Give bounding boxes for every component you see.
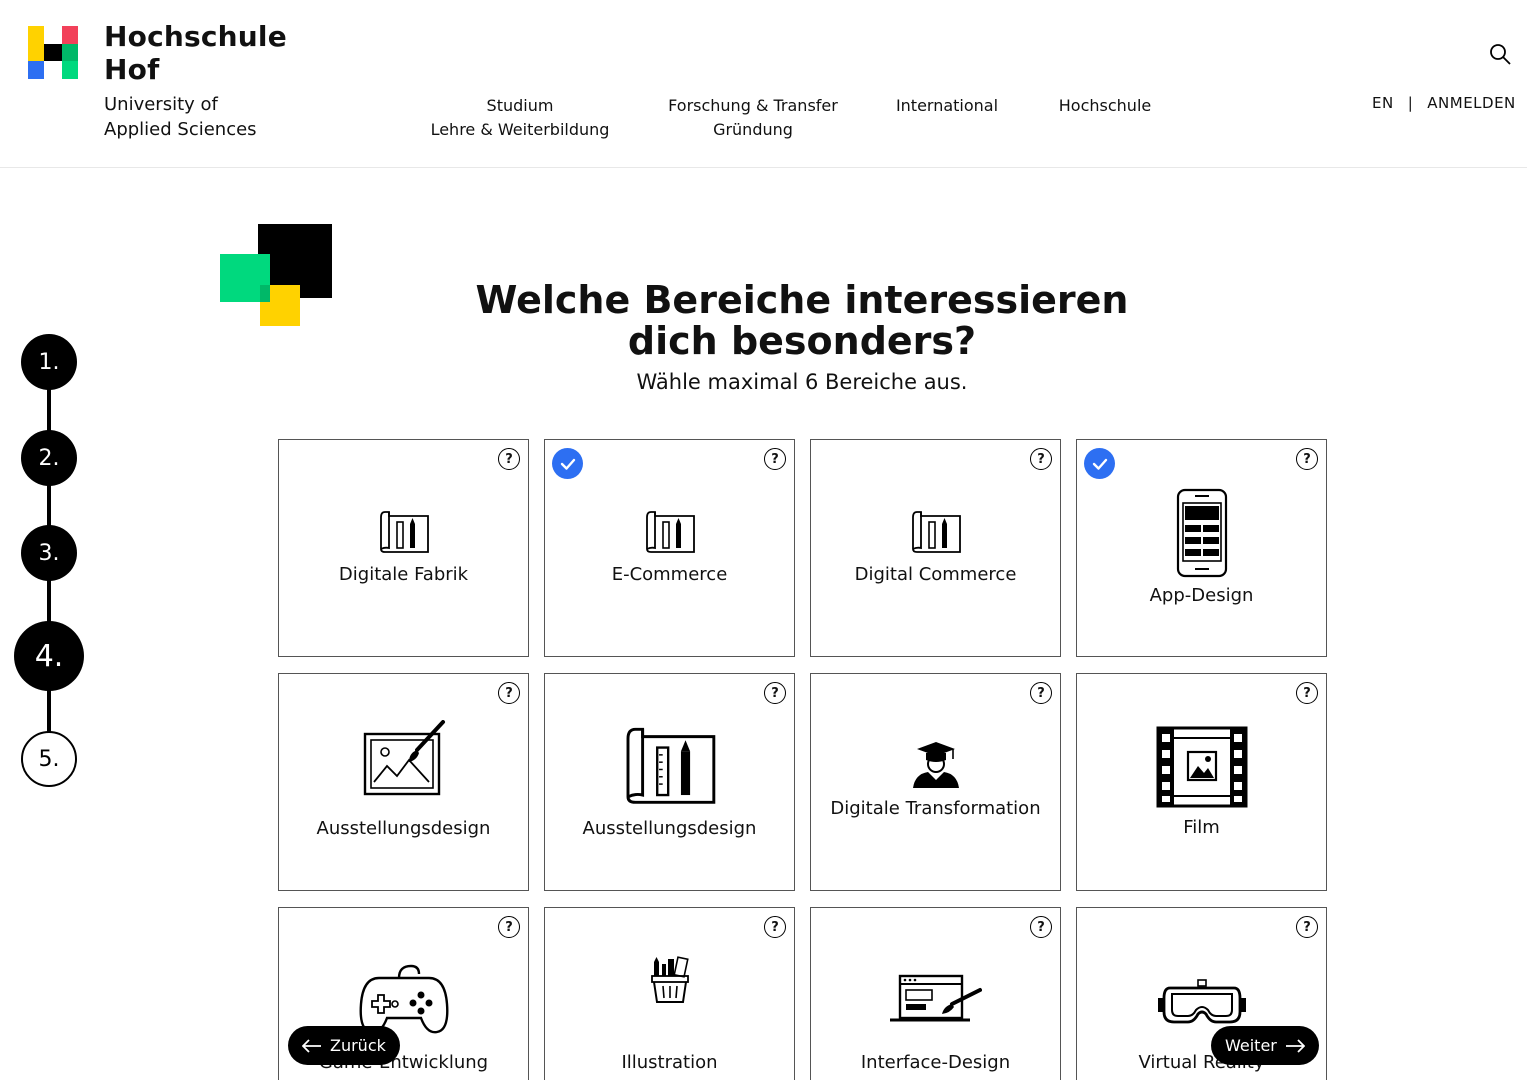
blueprint-icon	[811, 508, 1060, 554]
back-button[interactable]: Zurück	[288, 1026, 400, 1065]
nav-item-studium[interactable]: Studium	[420, 94, 620, 118]
interest-card-ausstellungsdesign-2[interactable]: ? Ausstellungsdesign	[544, 673, 795, 891]
graduate-icon	[811, 740, 1060, 790]
page-subtitle: Wähle maximal 6 Bereiche aus.	[636, 370, 968, 394]
painting-icon	[279, 720, 528, 798]
interest-card-label: E-Commerce	[611, 564, 728, 585]
nav-item-forschung-transfer[interactable]: Forschung & Transfer	[658, 94, 848, 118]
nav-item-international[interactable]: International	[886, 94, 1008, 118]
help-icon[interactable]: ?	[764, 682, 786, 704]
back-button-label: Zurück	[330, 1036, 386, 1055]
interest-card-label: App-Design	[1149, 585, 1254, 606]
interest-card-film[interactable]: ? Film	[1076, 673, 1327, 891]
step-3[interactable]: 3.	[21, 525, 77, 581]
step-2[interactable]: 2.	[21, 430, 77, 486]
brand-subtitle-line1: University of	[104, 94, 218, 115]
interest-card-label: Illustration	[621, 1052, 718, 1073]
interest-card-interface-design[interactable]: ? Interface-Design	[810, 907, 1061, 1080]
help-icon[interactable]: ?	[498, 682, 520, 704]
help-icon[interactable]: ?	[1030, 916, 1052, 938]
blueprint-icon	[545, 508, 794, 554]
check-icon	[552, 448, 583, 479]
vr-headset-icon	[1077, 978, 1326, 1026]
interest-card-digitale-fabrik[interactable]: ? Digitale Fabrik	[278, 439, 529, 657]
interest-card-ausstellungsdesign[interactable]: ? Ausstellungsdesign	[278, 673, 529, 891]
interest-card-e-commerce[interactable]: ? E-Commerce	[544, 439, 795, 657]
language-switch-en[interactable]: EN	[1372, 94, 1394, 112]
brand-subtitle: University of Applied Sciences	[104, 92, 257, 142]
hochschule-hof-logo-icon[interactable]	[28, 26, 78, 79]
page-title-line1: Welche Bereiche interessieren	[475, 278, 1129, 322]
help-icon[interactable]: ?	[498, 916, 520, 938]
brand-title-line1: Hochschule	[104, 20, 287, 53]
arrow-left-icon	[302, 1038, 321, 1053]
step-1[interactable]: 1.	[21, 334, 77, 390]
help-icon[interactable]: ?	[1296, 682, 1318, 704]
brand-subtitle-line2: Applied Sciences	[104, 119, 257, 140]
step-4-current: 4.	[14, 621, 84, 691]
film-icon	[1077, 726, 1326, 808]
interest-card-label: Film	[1183, 817, 1220, 838]
check-icon	[1084, 448, 1115, 479]
nav-group-international: International	[886, 94, 1008, 118]
help-icon[interactable]: ?	[764, 448, 786, 470]
interest-card-illustration[interactable]: ? Illustration	[544, 907, 795, 1080]
site-header: Hochschule Hof University of Applied Sci…	[0, 0, 1527, 168]
brand-title-line2: Hof	[104, 53, 160, 86]
progress-stepper: 1. 2. 3. 4. 5.	[0, 330, 100, 800]
brand-title[interactable]: Hochschule Hof	[104, 20, 287, 86]
interest-card-digitale-transformation[interactable]: ? Digitale Transformation	[810, 673, 1061, 891]
decorative-squares-icon	[220, 224, 332, 326]
help-icon[interactable]: ?	[1030, 682, 1052, 704]
help-icon[interactable]: ?	[1296, 448, 1318, 470]
interest-card-label: Interface-Design	[860, 1052, 1011, 1073]
nav-group-studium: Studium Lehre & Weiterbildung	[420, 94, 620, 142]
interface-design-icon	[811, 974, 1060, 1024]
interest-card-label: Ausstellungsdesign	[316, 818, 491, 839]
step-5: 5.	[21, 731, 77, 787]
interest-card-app-design[interactable]: ? App-Design	[1076, 439, 1327, 657]
interest-card-label: Digital Commerce	[854, 564, 1017, 585]
help-icon[interactable]: ?	[764, 916, 786, 938]
page-title-line2: dich besonders?	[627, 319, 977, 363]
help-icon[interactable]: ?	[1296, 916, 1318, 938]
interest-card-label: Ausstellungsdesign	[582, 818, 757, 839]
next-button-label: Weiter	[1225, 1036, 1277, 1055]
next-button[interactable]: Weiter	[1211, 1026, 1319, 1065]
nav-item-gruendung[interactable]: Gründung	[658, 118, 848, 142]
nav-group-forschung: Forschung & Transfer Gründung	[658, 94, 848, 142]
utility-nav: EN | ANMELDEN	[1372, 94, 1516, 112]
arrow-right-icon	[1285, 1038, 1305, 1053]
nav-group-hochschule: Hochschule	[1046, 94, 1164, 118]
nav-item-lehre-weiterbildung[interactable]: Lehre & Weiterbildung	[420, 118, 620, 142]
pencil-cup-icon	[545, 956, 794, 1004]
nav-item-hochschule[interactable]: Hochschule	[1046, 94, 1164, 118]
page-title: Welche Bereiche interessieren dich beson…	[420, 280, 1184, 362]
interest-card-label: Digitale Transformation	[830, 798, 1041, 819]
interest-card-digital-commerce[interactable]: ? Digital Commerce	[810, 439, 1061, 657]
utility-separator: |	[1407, 94, 1414, 112]
interest-grid: ? Digitale Fabrik ? E-Commerce ? Digital…	[278, 439, 1328, 1080]
blueprint-icon	[545, 722, 794, 806]
blueprint-icon	[279, 508, 528, 554]
help-icon[interactable]: ?	[498, 448, 520, 470]
smartphone-icon	[1077, 488, 1326, 578]
login-link[interactable]: ANMELDEN	[1427, 94, 1516, 112]
search-icon[interactable]	[1488, 42, 1512, 66]
help-icon[interactable]: ?	[1030, 448, 1052, 470]
interest-card-label: Digitale Fabrik	[338, 564, 469, 585]
